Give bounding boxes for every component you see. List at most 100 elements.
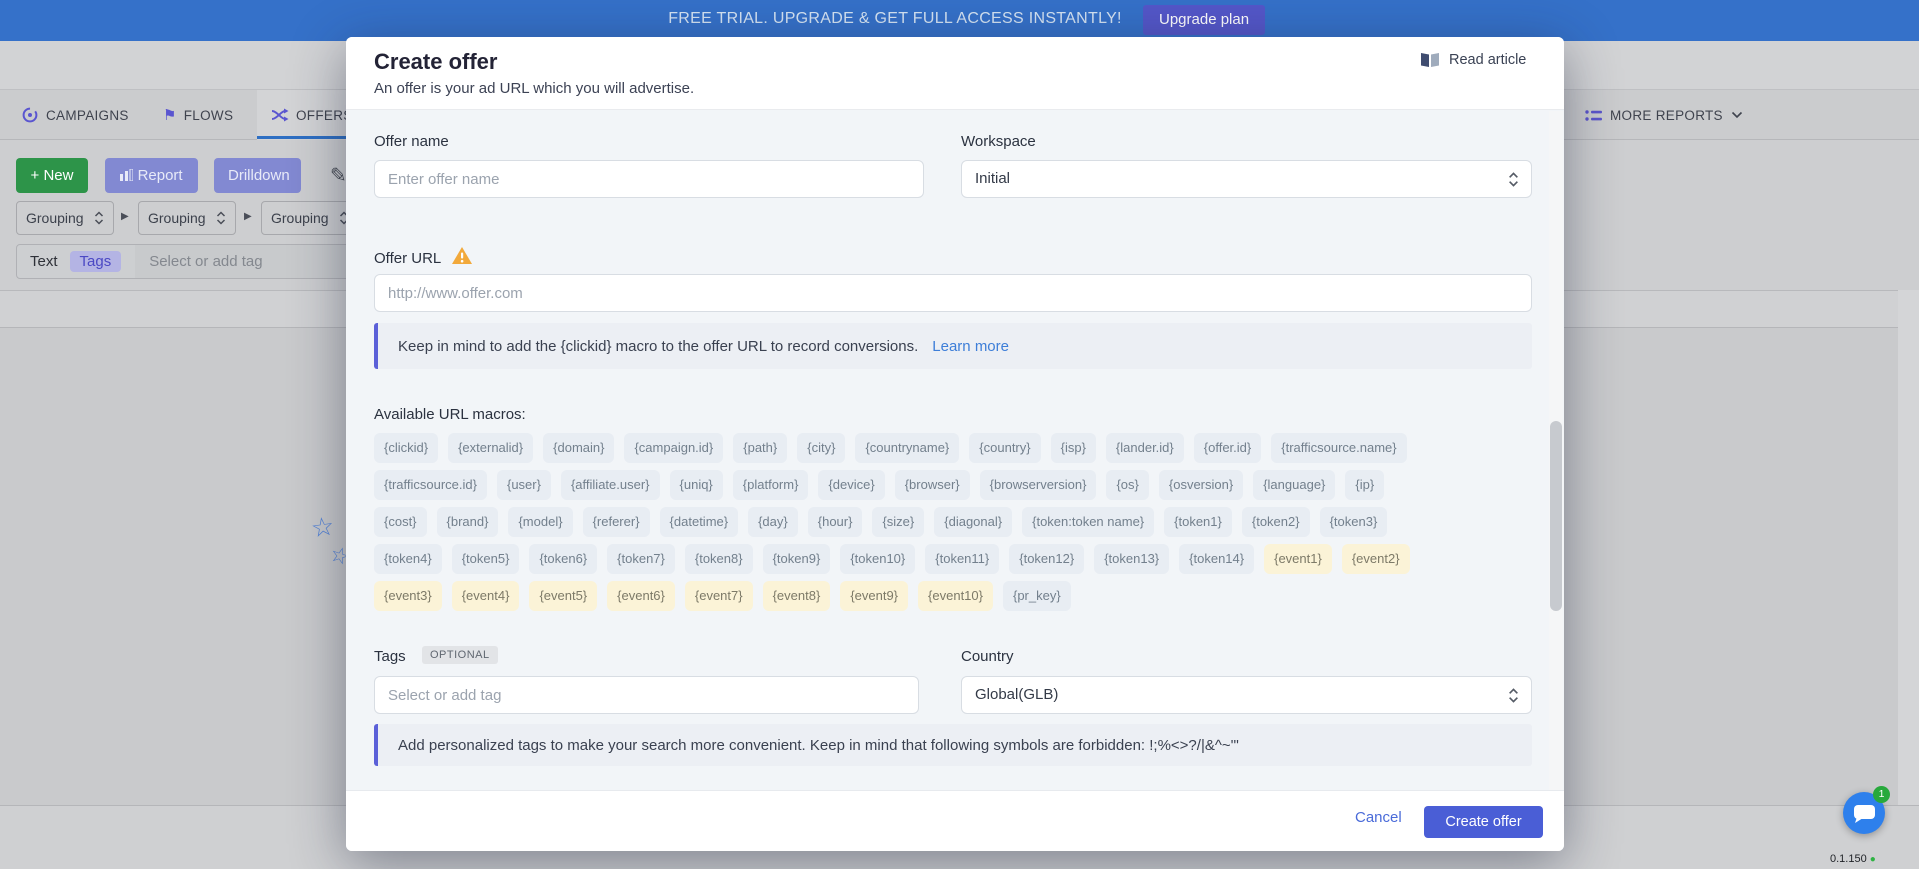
macro-chip[interactable]: {token8} <box>685 544 753 574</box>
macro-chip[interactable]: {token7} <box>607 544 675 574</box>
macro-chip[interactable]: {countryname} <box>855 433 959 463</box>
macro-chip[interactable]: {campaign.id} <box>624 433 723 463</box>
tags-input[interactable] <box>374 676 919 714</box>
macro-chip[interactable]: {token14} <box>1179 544 1254 574</box>
macro-chip[interactable]: {os} <box>1106 470 1148 500</box>
offer-url-input[interactable] <box>374 274 1532 312</box>
warning-icon <box>451 246 473 265</box>
tags-toggle[interactable]: Tags <box>70 251 122 272</box>
macro-chip[interactable]: {ip} <box>1345 470 1384 500</box>
macro-chip[interactable]: {trafficsource.id} <box>374 470 487 500</box>
macro-chip[interactable]: {city} <box>797 433 845 463</box>
macro-chip[interactable]: {event4} <box>452 581 520 611</box>
macro-chip[interactable]: {token4} <box>374 544 442 574</box>
workspace-select[interactable]: Initial <box>961 160 1532 198</box>
macro-chip[interactable]: {token5} <box>452 544 520 574</box>
macro-chip[interactable]: {hour} <box>808 507 863 537</box>
grouping-arrow-separator: ▶ <box>121 211 129 222</box>
read-article-link[interactable]: Read article <box>1420 52 1526 68</box>
grouping-select-1[interactable]: Grouping <box>16 201 114 235</box>
macro-chip[interactable]: {token13} <box>1094 544 1169 574</box>
macro-chip[interactable]: {day} <box>748 507 798 537</box>
macro-chip[interactable]: {country} <box>969 433 1040 463</box>
macro-chip[interactable]: {lander.id} <box>1106 433 1184 463</box>
macro-chip[interactable]: {event9} <box>840 581 908 611</box>
macro-chip[interactable]: {trafficsource.name} <box>1271 433 1406 463</box>
macro-chip[interactable]: {cost} <box>374 507 427 537</box>
macro-chip[interactable]: {token3} <box>1320 507 1388 537</box>
list-icon <box>1585 109 1602 122</box>
offer-name-label: Offer name <box>374 133 449 150</box>
macro-chip[interactable]: {token1} <box>1164 507 1232 537</box>
grouping-arrow-separator: ▶ <box>244 211 252 222</box>
macro-chip[interactable]: {token2} <box>1242 507 1310 537</box>
macro-chip[interactable]: {size} <box>872 507 924 537</box>
macro-chip[interactable]: {uniq} <box>670 470 723 500</box>
report-button[interactable]: Report <box>105 158 198 193</box>
macro-chip[interactable]: {token12} <box>1009 544 1084 574</box>
grouping-select-3[interactable]: Grouping <box>261 201 359 235</box>
macro-chip[interactable]: {affiliate.user} <box>561 470 660 500</box>
create-offer-modal: Create offer An offer is your ad URL whi… <box>346 37 1564 851</box>
active-tab-underline <box>257 136 352 139</box>
macro-chip[interactable]: {referer} <box>583 507 650 537</box>
macro-chip[interactable]: {token6} <box>529 544 597 574</box>
workspace-label: Workspace <box>961 133 1036 150</box>
macro-chip[interactable]: {platform} <box>733 470 809 500</box>
drilldown-button[interactable]: Drilldown <box>214 158 301 193</box>
macro-chip[interactable]: {event7} <box>685 581 753 611</box>
macro-chip[interactable]: {event8} <box>763 581 831 611</box>
macro-chip[interactable]: {user} <box>497 470 551 500</box>
macro-chip[interactable]: {event5} <box>529 581 597 611</box>
offer-name-input[interactable] <box>374 160 924 198</box>
macro-chip[interactable]: {token11} <box>925 544 999 574</box>
macro-chip[interactable]: {browser} <box>895 470 970 500</box>
macro-chip[interactable]: {browserversion} <box>980 470 1097 500</box>
clickid-note: Keep in mind to add the {clickid} macro … <box>374 323 1532 369</box>
macro-chip[interactable]: {token10} <box>840 544 915 574</box>
macro-chip[interactable]: {clickid} <box>374 433 438 463</box>
macro-chip[interactable]: {token9} <box>763 544 831 574</box>
new-button[interactable]: + New <box>16 158 88 193</box>
modal-scrollbar <box>1549 111 1563 826</box>
more-reports-menu[interactable]: MORE REPORTS <box>1585 90 1743 140</box>
macro-chip[interactable]: {externalid} <box>448 433 533 463</box>
macro-chip[interactable]: {event1} <box>1264 544 1332 574</box>
learn-more-link[interactable]: Learn more <box>932 338 1009 355</box>
macro-chip[interactable]: {event10} <box>918 581 993 611</box>
cancel-button[interactable]: Cancel <box>1355 809 1402 826</box>
macro-chip[interactable]: {datetime} <box>660 507 739 537</box>
tab-campaigns[interactable]: CAMPAIGNS <box>21 90 129 140</box>
edit-pencil-icon[interactable]: ✎ <box>330 163 347 188</box>
modal-title: Create offer <box>374 49 497 75</box>
tab-flows[interactable]: ⚑ FLOWS <box>163 90 233 140</box>
macros-list: {clickid} {externalid} {domain} {campaign.i… <box>374 433 1534 618</box>
campaigns-icon <box>21 106 39 124</box>
create-offer-button[interactable]: Create offer <box>1424 806 1543 838</box>
macro-chip[interactable]: {model} <box>508 507 572 537</box>
table-right-strip <box>1898 290 1919 805</box>
macro-chip[interactable]: {device} <box>818 470 884 500</box>
text-toggle[interactable]: Text <box>30 253 58 270</box>
macro-chip[interactable]: {domain} <box>543 433 614 463</box>
modal-subtitle: An offer is your ad URL which you will a… <box>374 80 694 97</box>
macro-chip[interactable]: {event3} <box>374 581 442 611</box>
macro-chip[interactable]: {offer.id} <box>1194 433 1261 463</box>
country-label: Country <box>961 648 1014 665</box>
macro-chip[interactable]: {event2} <box>1342 544 1410 574</box>
macro-chip[interactable]: {path} <box>733 433 787 463</box>
macro-chip[interactable]: {isp} <box>1051 433 1096 463</box>
macro-chip[interactable]: {diagonal} <box>934 507 1012 537</box>
macro-chip[interactable]: {language} <box>1253 470 1335 500</box>
macro-chip[interactable]: {brand} <box>437 507 499 537</box>
macro-chip[interactable]: {token:token name} <box>1022 507 1154 537</box>
macro-chip[interactable]: {pr_key} <box>1003 581 1071 611</box>
modal-scrollbar-thumb[interactable] <box>1550 421 1562 611</box>
chat-unread-badge: 1 <box>1873 786 1890 803</box>
macro-chip[interactable]: {event6} <box>607 581 675 611</box>
country-select[interactable]: Global(GLB) <box>961 676 1532 714</box>
upgrade-plan-button[interactable]: Upgrade plan <box>1143 5 1265 35</box>
macro-chip[interactable]: {osversion} <box>1159 470 1243 500</box>
grouping-select-2[interactable]: Grouping <box>138 201 236 235</box>
chevron-down-icon <box>1731 111 1743 119</box>
